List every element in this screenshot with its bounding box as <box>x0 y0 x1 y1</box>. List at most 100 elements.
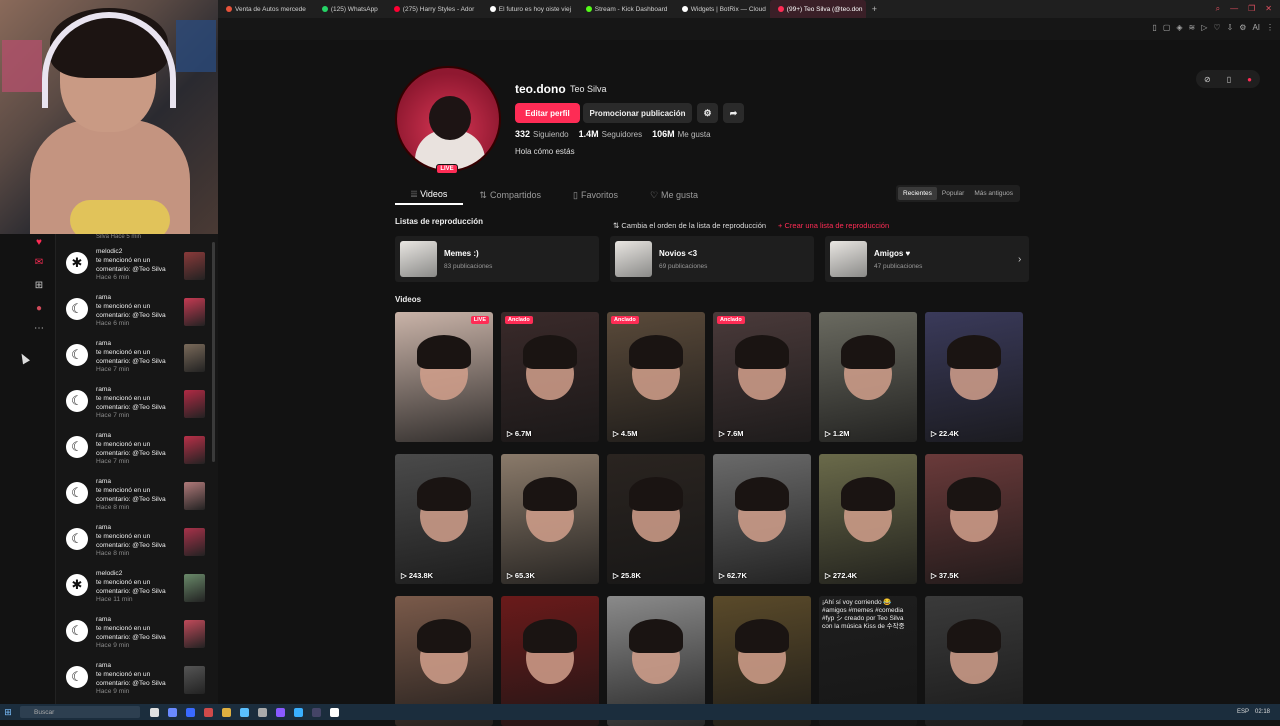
browser-tab[interactable]: (275) Harry Styles - Ador <box>386 0 482 18</box>
user-avatar-icon[interactable]: ● <box>1247 75 1252 84</box>
video-thumbnail[interactable]: LIVE <box>395 312 493 442</box>
notification-avatar[interactable]: ☾ <box>66 298 88 320</box>
taskbar-app-icon[interactable] <box>204 707 213 717</box>
inbox-icon[interactable]: ✉ <box>33 256 45 268</box>
language-indicator[interactable]: ESP <box>1237 709 1249 715</box>
playlist-next-icon[interactable]: › <box>1018 254 1021 265</box>
sort-option[interactable]: Recientes <box>898 187 937 200</box>
notification-avatar[interactable]: ✱ <box>66 252 88 274</box>
taskbar-app-icon[interactable] <box>312 707 321 717</box>
more-icon[interactable]: ⋯ <box>33 322 45 334</box>
notification-video-thumbnail[interactable] <box>184 574 205 602</box>
extension-icon[interactable]: ⚙ <box>1239 23 1246 32</box>
taskbar-app-icon[interactable] <box>168 707 177 717</box>
notification-video-thumbnail[interactable] <box>184 390 205 418</box>
notification-video-thumbnail[interactable] <box>184 666 205 694</box>
browser-tab[interactable]: (99+) Teo Silva (@teo.don <box>769 0 866 18</box>
notification-avatar[interactable]: ☾ <box>66 620 88 642</box>
clock[interactable]: 02:18 <box>1255 709 1270 715</box>
taskbar-app-icon[interactable] <box>186 707 195 717</box>
sort-option[interactable]: Más antiguos <box>969 187 1018 200</box>
notification-video-thumbnail[interactable] <box>184 298 205 326</box>
sort-option[interactable]: Popular <box>937 187 969 200</box>
video-thumbnail[interactable]: ▷ 272.4K <box>819 454 917 584</box>
playlist-card[interactable]: Novios <3 69 publicaciones <box>610 236 814 282</box>
create-playlist-link[interactable]: + Crear una lista de reproducción <box>778 221 889 230</box>
extension-icon[interactable]: ♡ <box>1213 23 1220 32</box>
notification-avatar[interactable]: ☾ <box>66 390 88 412</box>
extension-icon[interactable]: AI <box>1252 23 1260 32</box>
video-thumbnail[interactable]: ▷ 1.2M <box>819 312 917 442</box>
notification-video-thumbnail[interactable] <box>184 620 205 648</box>
video-thumbnail[interactable]: ▷ 22.4K <box>925 312 1023 442</box>
compass-icon[interactable]: ⊘ <box>1204 75 1211 84</box>
following-stat[interactable]: 332 Siguiendo <box>515 129 569 139</box>
extension-icon[interactable]: ⋮ <box>1266 23 1274 32</box>
notification-item[interactable]: ✱ melodic2 te mencionó en un comentario: @… <box>56 564 218 610</box>
browser-tab[interactable]: Venta de Autos mercede <box>218 0 314 18</box>
video-thumbnail[interactable]: ▷ 62.7K <box>713 454 811 584</box>
taskbar-app-icon[interactable] <box>258 707 267 717</box>
taskbar-app-icon[interactable] <box>294 707 303 717</box>
notification-avatar[interactable]: ☾ <box>66 528 88 550</box>
taskbar-app-icon[interactable] <box>240 707 249 717</box>
extension-icon[interactable]: ▢ <box>1163 23 1171 32</box>
video-thumbnail[interactable]: ▷ 243.8K <box>395 454 493 584</box>
profile-icon[interactable]: ● <box>33 302 45 314</box>
window-control-icon[interactable]: ✕ <box>1265 4 1272 14</box>
tab-favoritos[interactable]: ▯ Favoritos <box>557 185 634 205</box>
window-control-icon[interactable]: — <box>1230 4 1238 14</box>
plus-icon[interactable]: ⊞ <box>33 279 45 291</box>
new-tab-button[interactable]: + <box>866 4 883 14</box>
taskbar-app-icon[interactable] <box>276 707 285 717</box>
video-thumbnail[interactable]: Anclado ▷ 4.5M <box>607 312 705 442</box>
notification-item[interactable]: ✱ melodic2 te mencionó en un comentario: @… <box>56 242 218 288</box>
notifications-scrollbar[interactable] <box>212 242 215 462</box>
playlist-card[interactable]: Amigos ♥ 47 publicaciones <box>825 236 1029 282</box>
notification-item[interactable]: ☾ rama te mencionó en un comentario: @Teo … <box>56 334 218 380</box>
notification-avatar[interactable]: ☾ <box>66 666 88 688</box>
extension-icon[interactable]: ≋ <box>1189 23 1196 32</box>
notification-video-thumbnail[interactable] <box>184 252 205 280</box>
notification-video-thumbnail[interactable] <box>184 528 205 556</box>
notification-item[interactable]: ☾ rama te mencionó en un comentario: @Teo … <box>56 472 218 518</box>
notification-item[interactable]: ☾ rama te mencionó en un comentario: @Teo … <box>56 610 218 656</box>
browser-tab[interactable]: Stream - Kick Dashboard <box>578 0 674 18</box>
playlist-card[interactable]: Memes :) 83 publicaciones <box>395 236 599 282</box>
video-thumbnail[interactable]: ▷ 37.5K <box>925 454 1023 584</box>
video-thumbnail[interactable]: Anclado ▷ 7.6M <box>713 312 811 442</box>
video-thumbnail[interactable]: ▷ 65.3K <box>501 454 599 584</box>
notification-item[interactable]: ☾ rama te mencionó en un comentario: @Teo … <box>56 426 218 472</box>
notification-avatar[interactable]: ☾ <box>66 482 88 504</box>
window-control-icon[interactable]: ⌕ <box>1216 4 1220 14</box>
notification-avatar[interactable]: ☾ <box>66 344 88 366</box>
heart-icon[interactable]: ♥ <box>33 236 45 248</box>
tab-me-gusta[interactable]: ♡ Me gusta <box>634 185 714 205</box>
taskbar-app-icon[interactable] <box>150 707 159 717</box>
notification-avatar[interactable]: ✱ <box>66 574 88 596</box>
browser-tab[interactable]: Widgets | BotRix — Cloud <box>674 0 770 18</box>
extension-icon[interactable]: ▯ <box>1152 23 1156 32</box>
start-icon[interactable]: ⊞ <box>0 704 16 720</box>
followers-stat[interactable]: 1.4M Seguidores <box>579 129 643 139</box>
device-icon[interactable]: ▯ <box>1227 75 1231 84</box>
browser-tab[interactable]: (125) WhatsApp <box>314 0 386 18</box>
video-thumbnail[interactable]: ▷ 25.8K <box>607 454 705 584</box>
notification-video-thumbnail[interactable] <box>184 344 205 372</box>
window-control-icon[interactable]: ❐ <box>1248 4 1255 14</box>
taskbar-app-icon[interactable] <box>222 707 231 717</box>
extension-icon[interactable]: ▷ <box>1201 23 1207 32</box>
tab-videos[interactable]: ⦙⦙⦙ Videos <box>395 185 464 205</box>
settings-icon[interactable]: ⚙ <box>697 103 718 123</box>
reorder-playlists-link[interactable]: ⇅ Cambia el orden de la lista de reprodu… <box>613 221 766 230</box>
notification-item[interactable]: ☾ rama te mencionó en un comentario: @Teo … <box>56 518 218 564</box>
taskbar-search[interactable]: Buscar <box>20 706 140 718</box>
taskbar-app-icon[interactable] <box>330 707 339 717</box>
extension-icon[interactable]: ⇩ <box>1227 23 1234 32</box>
notification-video-thumbnail[interactable] <box>184 482 205 510</box>
browser-tab[interactable]: El futuro es hoy oiste viej <box>482 0 578 18</box>
notification-item[interactable]: ☾ rama te mencionó en un comentario: @Teo … <box>56 380 218 426</box>
video-thumbnail[interactable]: Anclado ▷ 6.7M <box>501 312 599 442</box>
notification-item[interactable]: ☾ rama te mencionó en un comentario: @Teo … <box>56 656 218 702</box>
share-icon[interactable]: ➦ <box>723 103 744 123</box>
